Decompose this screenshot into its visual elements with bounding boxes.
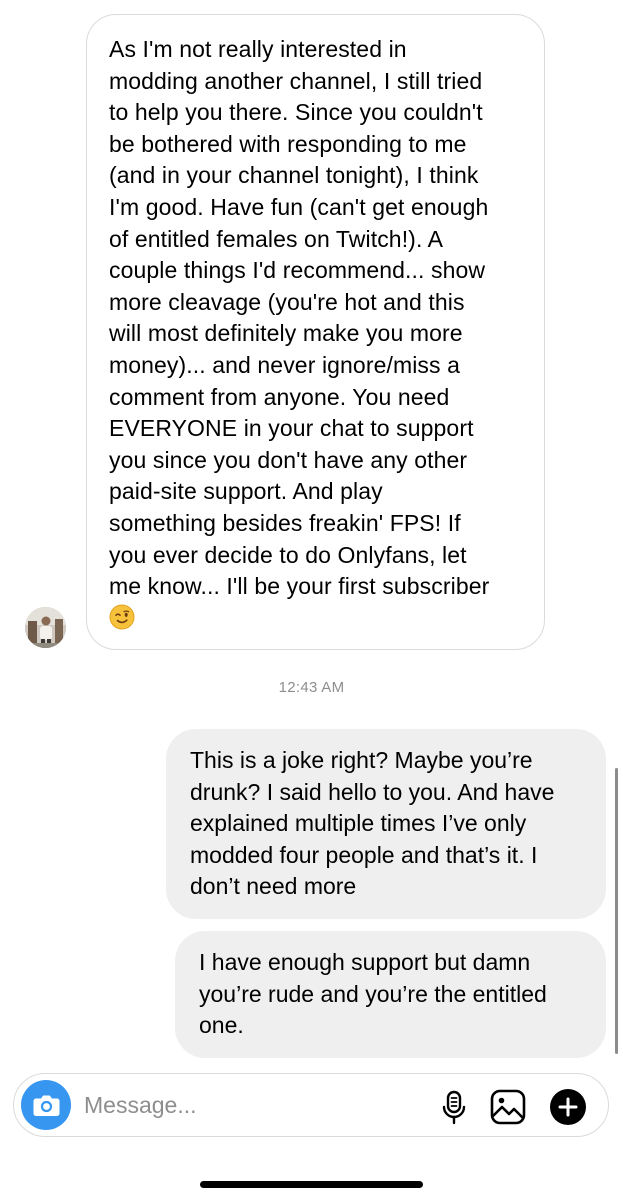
scrollbar[interactable] [615,768,618,1054]
message-timestamp: 12:43 AM [278,679,345,696]
incoming-message-bubble[interactable]: As I'm not really interested in modding … [86,14,545,650]
gallery-button[interactable] [489,1088,527,1126]
home-indicator[interactable] [200,1181,423,1188]
more-options-button[interactable] [549,1088,587,1126]
sender-avatar[interactable] [25,607,66,648]
voice-message-button[interactable] [435,1088,473,1126]
outgoing-message-bubble[interactable]: This is a joke right? Maybe you’re drunk… [166,729,606,919]
outgoing-message-text: This is a joke right? Maybe you’re drunk… [190,747,555,900]
incoming-message-text: As I'm not really interested in modding … [109,36,490,600]
image-gallery-icon [490,1089,526,1125]
plus-circle-icon [550,1089,586,1125]
camera-button[interactable] [21,1080,71,1130]
outgoing-message-bubble[interactable]: I have enough support but damn you’re ru… [175,931,606,1058]
message-input[interactable] [84,1088,414,1122]
dm-thread-screen: As I'm not really interested in modding … [0,0,623,1200]
message-composer [13,1073,609,1137]
winking-face-emoji-icon [109,604,135,630]
microphone-icon [442,1090,466,1125]
outgoing-message-text: I have enough support but damn you’re ru… [199,949,547,1039]
camera-icon [33,1095,60,1116]
